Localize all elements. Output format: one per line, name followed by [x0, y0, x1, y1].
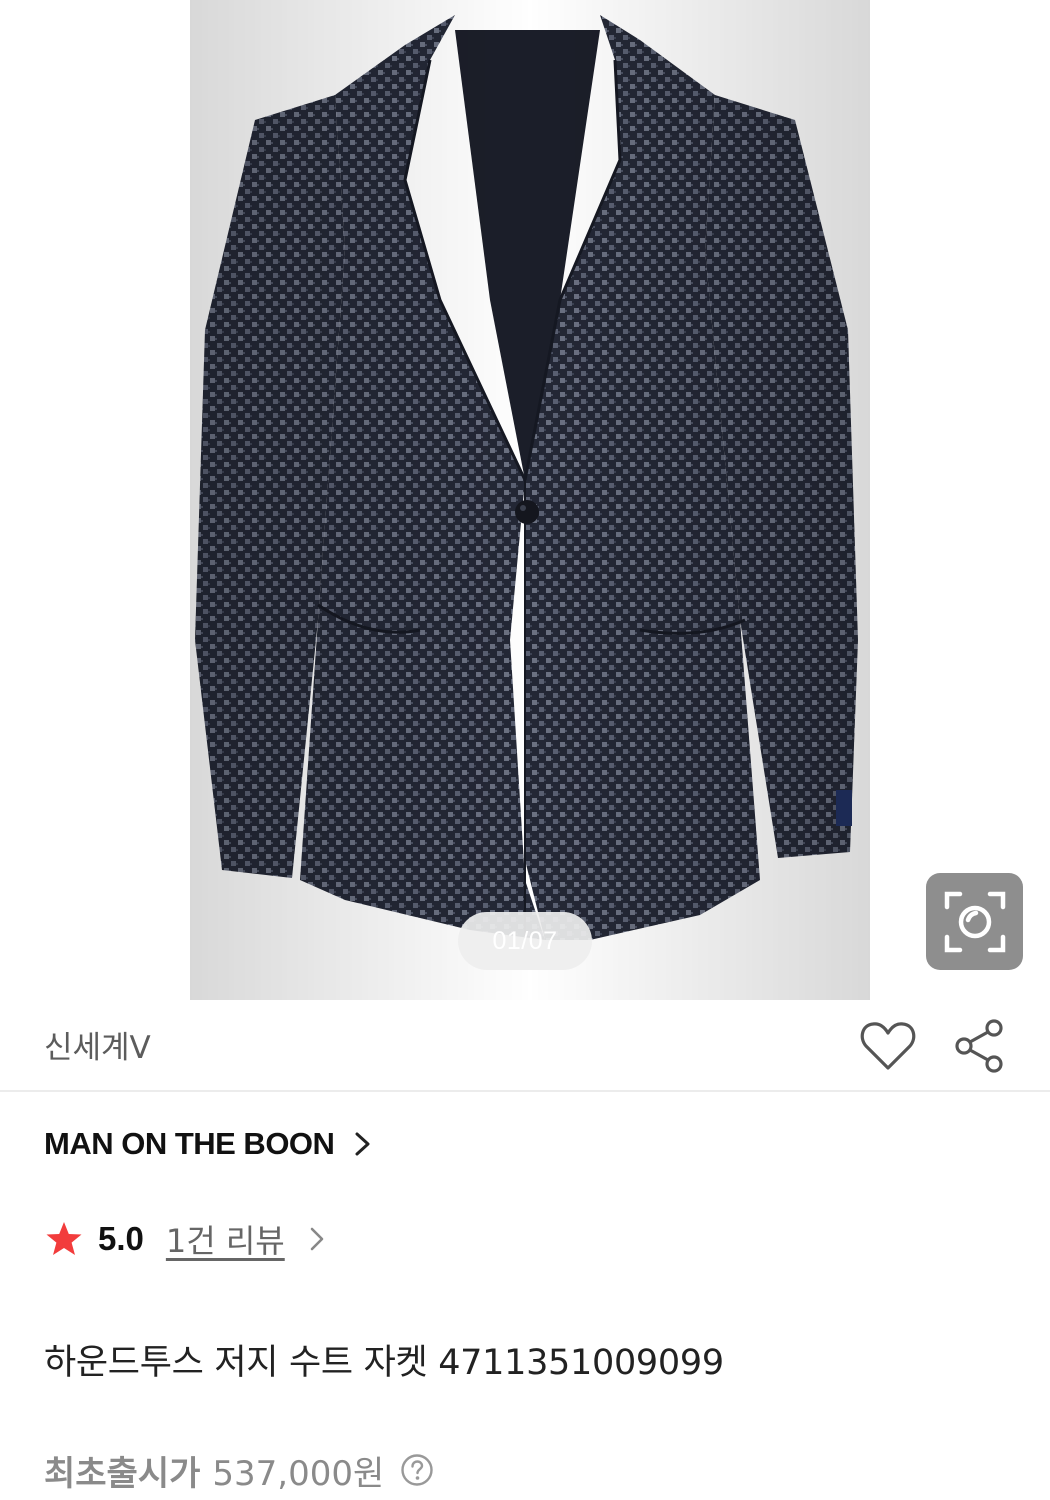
- lens-search-button[interactable]: [926, 873, 1023, 970]
- chevron-right-icon[interactable]: [307, 1224, 327, 1254]
- camera-lens-icon: [944, 891, 1005, 952]
- price-label: 최초출시가: [44, 1453, 201, 1494]
- seller-name[interactable]: 신세계V: [44, 1022, 151, 1067]
- image-page-indicator: 01/07: [458, 912, 592, 970]
- star-icon: [46, 1222, 82, 1255]
- product-title: 하운드투스 저지 수트 자켓 4711351009099: [44, 1343, 724, 1383]
- review-count-link[interactable]: 1건 리뷰: [166, 1216, 285, 1262]
- brand-name: MAN ON THE BOON: [44, 1126, 335, 1161]
- heart-icon: [860, 1022, 916, 1070]
- share-icon: [955, 1019, 1003, 1073]
- rating-score: 5.0: [98, 1220, 144, 1257]
- product-image-gallery[interactable]: 01/07: [0, 0, 1050, 1000]
- question-circle-icon[interactable]: [400, 1453, 434, 1487]
- chevron-right-icon: [355, 1132, 370, 1156]
- brand-link[interactable]: MAN ON THE BOON: [44, 1122, 374, 1166]
- wishlist-button[interactable]: [858, 1016, 918, 1076]
- seller-row: 신세계V: [0, 1000, 1050, 1092]
- rating-row: 5.0 1건 리뷰: [44, 1214, 327, 1264]
- price-value: 537,000원: [212, 1453, 385, 1494]
- price-row: 최초출시가 537,000원: [44, 1444, 434, 1496]
- share-button[interactable]: [950, 1016, 1010, 1076]
- product-image: [190, 0, 870, 1000]
